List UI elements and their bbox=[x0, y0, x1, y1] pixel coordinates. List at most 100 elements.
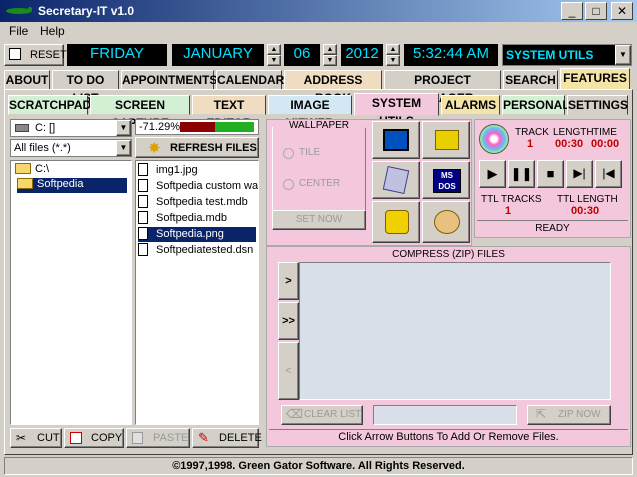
drive-select[interactable]: C: [] ▼ bbox=[10, 119, 132, 137]
folder-item-selected[interactable]: Softpedia bbox=[17, 178, 127, 193]
stop-button[interactable]: ■ bbox=[537, 160, 564, 188]
reset-icon bbox=[9, 48, 21, 60]
system-info-button[interactable] bbox=[372, 161, 420, 199]
file-list[interactable]: img1.jpg Softpedia custom wa Softpedia tes… bbox=[135, 160, 259, 425]
close-button[interactable]: ✕ bbox=[611, 2, 633, 20]
file-item[interactable]: Softpedia custom wa bbox=[138, 179, 259, 194]
file-item[interactable]: Softpedia test.mdb bbox=[138, 195, 256, 210]
control-panel-button[interactable] bbox=[422, 121, 470, 159]
day-display: FRIDAY bbox=[67, 44, 167, 66]
maximize-button[interactable]: □ bbox=[585, 2, 607, 20]
tab-to-do-list[interactable]: TO DO LIST bbox=[52, 70, 119, 105]
file-item[interactable]: Softpediatested.dsn bbox=[138, 243, 256, 258]
remove-file-button[interactable]: < bbox=[278, 342, 299, 400]
file-name: img1.jpg bbox=[156, 164, 198, 176]
chevron-down-icon[interactable]: ▼ bbox=[615, 45, 631, 65]
month-spinner[interactable]: ▲ ▼ bbox=[267, 44, 281, 66]
minimize-button[interactable]: _ bbox=[561, 2, 583, 20]
subtab-system-utils[interactable]: SYSTEM UTILS bbox=[354, 93, 439, 128]
cleanup-button[interactable] bbox=[372, 201, 420, 243]
reset-button[interactable]: RESET bbox=[4, 44, 67, 66]
zip-progress-field bbox=[373, 405, 517, 425]
play-icon: ▶ bbox=[487, 166, 498, 181]
file-item[interactable]: Softpedia.mdb bbox=[138, 211, 256, 226]
subtab-settings[interactable]: SETTINGS bbox=[567, 95, 628, 115]
section-select-value: SYSTEM UTILS bbox=[506, 48, 594, 62]
clear-list-button[interactable]: ⌫ CLEAR LIST bbox=[281, 405, 363, 425]
section-select[interactable]: SYSTEM UTILS ▼ bbox=[502, 44, 632, 66]
tab-features[interactable]: FEATURES bbox=[560, 68, 630, 90]
file-item[interactable]: Softpedia.png bbox=[137, 226, 257, 243]
subtab-image-viewer[interactable]: IMAGE VIEWER bbox=[268, 95, 352, 130]
tab-about[interactable]: ABOUT bbox=[4, 70, 50, 90]
chevron-down-icon[interactable]: ▼ bbox=[116, 120, 131, 136]
gator-logo-icon bbox=[6, 7, 32, 14]
tab-address-book[interactable]: ADDRESS BOOK bbox=[284, 70, 382, 105]
zip-now-button[interactable]: ⇱ ZIP NOW bbox=[527, 405, 611, 425]
subtab-alarms[interactable]: ALARMS bbox=[441, 95, 500, 115]
folder-tree[interactable]: C:\ Softpedia bbox=[10, 160, 132, 425]
tab-appointments[interactable]: APPOINTMENTS bbox=[121, 70, 217, 90]
tile-radio[interactable] bbox=[283, 148, 294, 159]
subtab-text-editor[interactable]: TEXT EDITOR bbox=[192, 95, 266, 130]
file-item[interactable]: img1.jpg bbox=[138, 163, 256, 178]
subtab-scratchpad[interactable]: SCRATCHPAD bbox=[8, 95, 91, 115]
title-bar: Secretary-IT v1.0 _ □ ✕ bbox=[0, 0, 637, 22]
next-track-button[interactable]: ▶| bbox=[566, 160, 593, 188]
file-name: Softpedia custom wa bbox=[156, 180, 259, 192]
file-icon bbox=[138, 227, 148, 240]
reset-label: RESET bbox=[30, 49, 67, 61]
file-filter-select[interactable]: All files (*.*) ▼ bbox=[10, 139, 132, 157]
zip-file-list[interactable] bbox=[299, 262, 611, 400]
delete-button[interactable]: ✎ DELETE bbox=[192, 428, 262, 448]
menu-file[interactable]: File bbox=[9, 24, 28, 38]
center-radio[interactable] bbox=[283, 179, 294, 190]
add-file-button[interactable]: > bbox=[278, 262, 299, 300]
msdos-button[interactable]: MS DOS bbox=[422, 161, 470, 199]
paint-button[interactable] bbox=[422, 201, 470, 243]
cut-button[interactable]: ✂ CUT bbox=[10, 428, 62, 448]
date-spinner[interactable]: ▲ ▼ bbox=[323, 44, 337, 66]
pause-icon: ❚❚ bbox=[510, 166, 533, 181]
add-all-files-button[interactable]: >> bbox=[278, 302, 299, 340]
year-spinner[interactable]: ▲ ▼ bbox=[386, 44, 400, 66]
drive-icon bbox=[15, 124, 29, 132]
menu-help[interactable]: Help bbox=[40, 24, 65, 38]
disk-free-bar bbox=[215, 122, 254, 132]
tab-calendar[interactable]: CALENDAR bbox=[216, 70, 284, 90]
cd-status: READY bbox=[477, 220, 628, 236]
previous-track-button[interactable]: |◀ bbox=[595, 160, 622, 188]
arrow-down-icon[interactable]: ▼ bbox=[267, 55, 281, 66]
zip-hint: Click Arrow Buttons To Add Or Remove Fil… bbox=[269, 429, 628, 445]
subtab-personal[interactable]: PERSONAL bbox=[502, 95, 570, 115]
subtab-screen-capture[interactable]: SCREEN CAPTURE bbox=[90, 95, 190, 130]
menu-bar: File Help bbox=[0, 22, 637, 41]
arrow-up-icon[interactable]: ▲ bbox=[267, 44, 281, 55]
file-name: Softpedia.png bbox=[156, 228, 224, 240]
refresh-files-button[interactable]: ✸ REFRESH FILES bbox=[135, 137, 259, 158]
cd-disc-icon bbox=[479, 124, 509, 154]
folder-item[interactable]: C:\ bbox=[15, 163, 49, 178]
stop-icon: ■ bbox=[546, 166, 555, 181]
folder-open-icon bbox=[17, 178, 33, 189]
previous-track-icon: |◀ bbox=[602, 166, 615, 180]
arrow-down-icon[interactable]: ▼ bbox=[386, 55, 400, 66]
set-now-button[interactable]: SET NOW bbox=[272, 210, 366, 230]
tab-search[interactable]: SEARCH bbox=[503, 70, 558, 90]
arrow-down-icon[interactable]: ▼ bbox=[323, 55, 337, 66]
copy-button[interactable]: COPY bbox=[64, 428, 124, 448]
disk-used-bar bbox=[180, 122, 215, 132]
track-value: 1 bbox=[527, 138, 534, 150]
chevron-down-icon[interactable]: ▼ bbox=[116, 140, 131, 156]
arrow-up-icon[interactable]: ▲ bbox=[323, 44, 337, 55]
file-name: Softpedia test.mdb bbox=[156, 196, 248, 208]
paste-button[interactable]: PASTE bbox=[126, 428, 190, 448]
tile-label: TILE bbox=[299, 147, 321, 158]
tab-project-manager[interactable]: PROJECT MANAGER bbox=[384, 70, 501, 105]
drive-value: C: [] bbox=[35, 122, 56, 134]
play-button[interactable]: ▶ bbox=[479, 160, 506, 188]
calculator-button[interactable] bbox=[372, 121, 420, 159]
arrow-up-icon[interactable]: ▲ bbox=[386, 44, 400, 55]
pause-button[interactable]: ❚❚ bbox=[508, 160, 535, 188]
cd-player: TRACK LENGTH TIME 1 00:30 00:00 ▶ ❚❚ ■ ▶… bbox=[474, 119, 631, 238]
